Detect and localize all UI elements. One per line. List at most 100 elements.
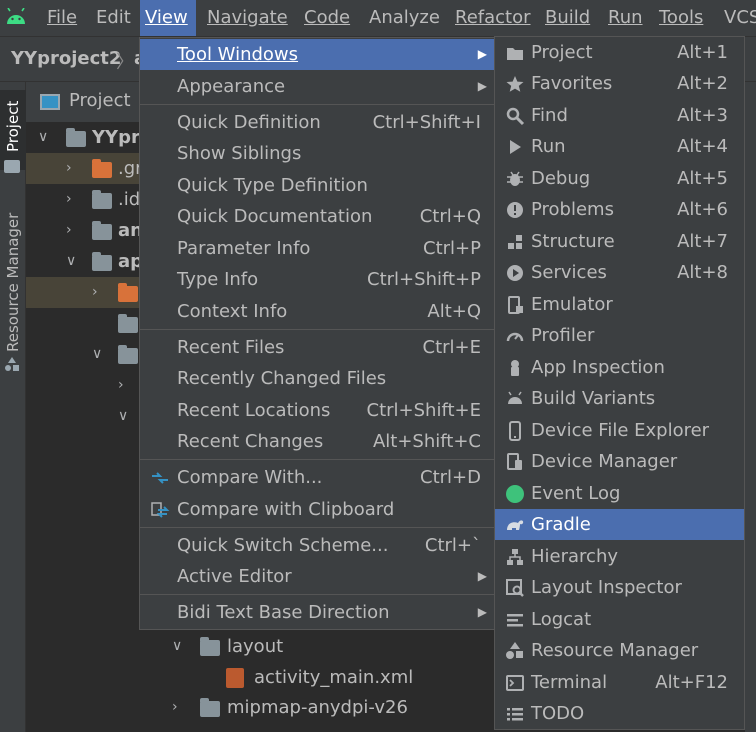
menu-edit[interactable]: Edit (91, 0, 136, 36)
menu-item-show-siblings[interactable]: Show Siblings (140, 138, 495, 169)
xml-file-icon (226, 668, 244, 688)
folder-icon (200, 637, 220, 656)
menu-item-quick-type-definition[interactable]: Quick Type Definition (140, 170, 495, 201)
menu-view[interactable]: View (140, 0, 196, 36)
folder-icon (66, 128, 86, 147)
menu-tools[interactable]: Tools (654, 0, 708, 36)
logcat-icon (507, 614, 523, 627)
gradle-icon (507, 520, 524, 530)
menu-item-quick-definition[interactable]: Quick Definition Ctrl+Shift+I (140, 107, 495, 138)
menu-item-compare-with[interactable]: Compare With... Ctrl+D (140, 462, 495, 493)
project-tab-folder-icon (4, 160, 20, 173)
tree-row-child-1[interactable]: › (26, 277, 141, 308)
folder-icon (118, 345, 138, 364)
menu-vcs[interactable]: VCS (719, 0, 756, 36)
menu-item-quick-documentation[interactable]: Quick Documentation Ctrl+Q (140, 201, 495, 232)
menu-code[interactable]: Code (299, 0, 355, 36)
tool-window-hierarchy[interactable]: Hierarchy (495, 541, 744, 572)
compare-clipboard-icon (151, 502, 170, 518)
menu-analyze[interactable]: Analyze (364, 0, 445, 36)
folder-icon (200, 698, 220, 717)
hierarchy-icon (507, 549, 523, 565)
menu-item-bidi-text-base-direction[interactable]: Bidi Text Base Direction ▶ (140, 597, 495, 628)
tool-window-terminal[interactable]: Terminal Alt+F12 (495, 667, 744, 698)
menu-item-recent-files[interactable]: Recent Files Ctrl+E (140, 332, 495, 363)
menu-item-recently-changed-files[interactable]: Recently Changed Files (140, 363, 495, 394)
tool-window-build-variants[interactable]: Build Variants (495, 383, 744, 414)
tree-row-root[interactable]: ∨ YYpro (26, 122, 152, 153)
project-panel-title[interactable]: Project (69, 90, 131, 111)
menu-item-quick-switch-scheme[interactable]: Quick Switch Scheme... Ctrl+` (140, 530, 495, 561)
folder-icon (118, 283, 138, 302)
tree-row-child-5[interactable]: ∨ (26, 401, 141, 432)
folder-icon (118, 314, 138, 333)
tool-window-debug[interactable]: Debug Alt+5 (495, 163, 744, 194)
devices-icon (507, 453, 522, 470)
terminal-icon (506, 675, 524, 691)
menu-item-active-editor[interactable]: Active Editor ▶ (140, 561, 495, 592)
tool-window-favorites[interactable]: Favorites Alt+2 (495, 68, 744, 99)
tree-row-module-an[interactable]: › an (26, 215, 143, 246)
tool-window-profiler[interactable]: Profiler (495, 320, 744, 351)
menu-item-recent-changes[interactable]: Recent Changes Alt+Shift+C (140, 426, 495, 457)
tool-window-logcat[interactable]: Logcat (495, 604, 744, 635)
tool-window-gradle[interactable]: Gradle (495, 509, 744, 540)
warning-icon (507, 202, 523, 218)
tool-window-project[interactable]: Project Alt+1 (495, 37, 744, 68)
menu-item-compare-with-clipboard[interactable]: Compare with Clipboard (140, 494, 495, 525)
tree-row-module-app[interactable]: ∨ ap (26, 246, 143, 277)
resource-manager-tab-icon (5, 357, 19, 371)
view-menu: Tool Windows ▶ Appearance ▶ Quick Definiti… (139, 37, 496, 630)
menu-run[interactable]: Run (603, 0, 648, 36)
resource-manager-tool-tab[interactable]: Resource Manager (0, 202, 26, 372)
tree-row-child-2[interactable] (26, 308, 141, 339)
menu-item-type-info[interactable]: Type Info Ctrl+Shift+P (140, 264, 495, 295)
tree-row-child-3[interactable]: ∨ (26, 339, 141, 370)
bug-icon (507, 171, 523, 186)
folder-icon (507, 48, 523, 60)
services-icon (507, 265, 523, 281)
event-log-icon (506, 485, 524, 503)
module-folder-icon (92, 252, 112, 271)
menu-file[interactable]: File (42, 0, 82, 36)
tree-row-child-4[interactable]: › (26, 370, 141, 401)
tool-window-structure[interactable]: Structure Alt+7 (495, 226, 744, 257)
right-editor-edge (745, 82, 756, 732)
tree-row-idea[interactable]: › .id (26, 184, 141, 215)
tool-window-problems[interactable]: Problems Alt+6 (495, 194, 744, 225)
menu-item-context-info[interactable]: Context Info Alt+Q (140, 296, 495, 327)
tool-window-layout-inspector[interactable]: Layout Inspector (495, 572, 744, 603)
menu-item-tool-windows[interactable]: Tool Windows ▶ (140, 39, 495, 70)
tool-window-event-log[interactable]: Event Log (495, 478, 744, 509)
tool-window-app-inspection[interactable]: App Inspection (495, 352, 744, 383)
menu-item-parameter-info[interactable]: Parameter Info Ctrl+P (140, 233, 495, 264)
tool-window-todo[interactable]: TODO (495, 698, 744, 729)
search-icon (506, 107, 525, 126)
project-view-icon (40, 94, 60, 110)
compare-icon (152, 472, 168, 484)
menu-build[interactable]: Build (540, 0, 595, 36)
tool-window-device-manager[interactable]: Device Manager (495, 446, 744, 477)
tree-row-mipmap[interactable]: › mipmap-anydpi-v26 (170, 692, 495, 723)
android-icon (508, 391, 522, 404)
tool-window-find[interactable]: Find Alt+3 (495, 100, 744, 131)
tool-window-resource-manager[interactable]: Resource Manager (495, 635, 744, 666)
structure-icon (508, 235, 522, 249)
menu-item-appearance[interactable]: Appearance ▶ (140, 71, 495, 102)
emulator-icon (508, 296, 523, 314)
menu-bar: File Edit View Navigate Code Analyze Ref… (0, 0, 756, 36)
menu-refactor[interactable]: Refactor (450, 0, 536, 36)
tool-window-services[interactable]: Services Alt+8 (495, 257, 744, 288)
menu-navigate[interactable]: Navigate (202, 0, 293, 36)
breadcrumb-project[interactable]: YYproject2 (11, 48, 121, 69)
tree-row-gradle[interactable]: › .gr (26, 153, 143, 184)
tree-row-layout[interactable]: ∨ layout (170, 631, 495, 662)
tool-window-emulator[interactable]: Emulator (495, 289, 744, 320)
resource-manager-icon (506, 642, 523, 659)
breadcrumb-separator: 〉 (116, 52, 134, 73)
menu-item-recent-locations[interactable]: Recent Locations Ctrl+Shift+E (140, 395, 495, 426)
tool-window-run[interactable]: Run Alt+4 (495, 131, 744, 162)
tree-row-activity-main[interactable]: activity_main.xml (170, 662, 495, 693)
tool-window-device-file-explorer[interactable]: Device File Explorer (495, 415, 744, 446)
project-tool-tab[interactable]: Project (0, 90, 26, 173)
